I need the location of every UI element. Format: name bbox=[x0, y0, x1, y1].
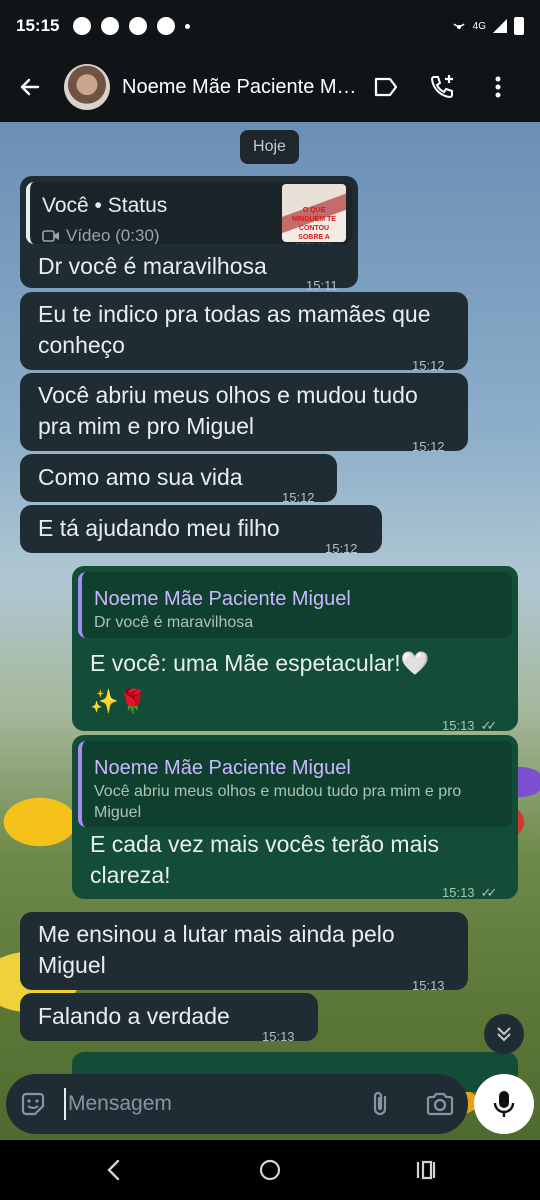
double-chevron-down-icon bbox=[497, 1027, 511, 1042]
label-button[interactable] bbox=[358, 52, 414, 122]
message-bubble[interactable]: Eu te indico pra todas as mamães que con… bbox=[20, 292, 468, 373]
chat-area[interactable]: Hoje Você • Status Vídeo (0:30) O QUE NI… bbox=[0, 122, 540, 1140]
nav-back-icon bbox=[107, 1159, 120, 1181]
message-bubble[interactable]: Você • Status Vídeo (0:30) O QUE NINGUÉM… bbox=[20, 176, 358, 293]
voice-message-button[interactable] bbox=[474, 1074, 534, 1134]
more-notifications-icon bbox=[185, 23, 191, 29]
status-reply-title: Você • Status bbox=[42, 194, 168, 217]
attach-icon[interactable] bbox=[366, 1089, 396, 1119]
status-reply-duration: Vídeo (0:30) bbox=[66, 226, 160, 244]
reply-quote-text: Você abriu meus olhos e mudou tudo pra m… bbox=[94, 783, 462, 821]
message-input[interactable] bbox=[64, 1088, 344, 1120]
status-thumbnail-text: O QUE NINGUÉM TE CONTOU SOBRE A PREGUIÇA bbox=[292, 207, 336, 244]
message-text: Você abriu meus olhos e mudou tudo pra m… bbox=[38, 382, 425, 439]
message-text: Como amo sua vida bbox=[38, 464, 243, 490]
video-icon bbox=[42, 229, 59, 242]
nav-recents-icon bbox=[416, 1160, 436, 1180]
message-bubble[interactable]: Você abriu meus olhos e mudou tudo pra m… bbox=[20, 373, 468, 454]
message-time: 15:13 bbox=[262, 1029, 295, 1044]
message-time: 15:13 bbox=[412, 978, 445, 993]
nav-recents-button[interactable] bbox=[410, 1154, 442, 1186]
chat-icon bbox=[101, 17, 120, 35]
message-text: E você: uma Mãe espetacular!🤍 ✨🌹 bbox=[90, 650, 430, 714]
clock: 15:15 bbox=[16, 16, 60, 35]
battery-icon bbox=[514, 17, 524, 35]
nav-back-button[interactable] bbox=[98, 1154, 130, 1186]
add-call-button[interactable] bbox=[414, 52, 470, 122]
microphone-icon bbox=[493, 1091, 515, 1117]
system-icons: 4G bbox=[451, 17, 524, 35]
message-bubble[interactable]: Como amo sua vida 15:12 bbox=[20, 454, 337, 505]
message-text: Falando a verdade bbox=[38, 1003, 230, 1029]
status-reply-subtitle: Vídeo (0:30) bbox=[42, 220, 160, 244]
more-vert-icon bbox=[495, 76, 501, 98]
status-reply-quote[interactable]: Você • Status Vídeo (0:30) O QUE NINGUÉM… bbox=[26, 182, 352, 244]
message-text: E tá ajudando meu filho bbox=[38, 515, 280, 541]
chrome-icon bbox=[157, 17, 176, 35]
status-bar: 15:15 4G bbox=[0, 0, 540, 52]
message-text: Me ensinou a lutar mais ainda pelo Migue… bbox=[38, 921, 402, 978]
message-bubble[interactable]: Noeme Mãe Paciente Miguel Você abriu meu… bbox=[72, 735, 518, 900]
add-call-icon bbox=[430, 75, 453, 99]
message-text: E cada vez mais vocês terão mais clareza… bbox=[90, 831, 446, 888]
message-bubble[interactable]: Falando a verdade 15:13 bbox=[20, 993, 318, 1044]
camera-icon[interactable] bbox=[424, 1089, 456, 1119]
signal-icon bbox=[493, 19, 507, 33]
date-separator: Hoje bbox=[240, 130, 299, 164]
message-time: 15:12 bbox=[412, 439, 445, 454]
message-bubble[interactable]: Noeme Mãe Paciente Miguel Dr você é mara… bbox=[72, 566, 518, 733]
reply-quote-name: Noeme Mãe Paciente Miguel bbox=[94, 588, 351, 610]
hotspot-icon bbox=[453, 23, 465, 29]
sticker-icon[interactable] bbox=[18, 1089, 48, 1119]
chat-header: Noeme Mãe Paciente Miguel bbox=[0, 52, 540, 122]
scroll-to-bottom-button[interactable] bbox=[484, 1014, 524, 1054]
reply-quote[interactable]: Noeme Mãe Paciente Miguel Você abriu meu… bbox=[78, 741, 512, 827]
status-thumbnail: O QUE NINGUÉM TE CONTOU SOBRE A PREGUIÇA bbox=[282, 184, 346, 244]
nav-home-icon bbox=[259, 1159, 281, 1181]
message-time: 15:13 bbox=[442, 718, 475, 733]
message-time: 15:12 bbox=[325, 541, 358, 556]
reply-quote-text: Dr você é maravilhosa bbox=[94, 614, 254, 631]
reply-quote[interactable]: Noeme Mãe Paciente Miguel Dr você é mara… bbox=[78, 572, 512, 638]
message-time: 15:13 bbox=[442, 885, 475, 900]
nav-home-button[interactable] bbox=[254, 1154, 286, 1186]
whatsapp-icon bbox=[73, 17, 92, 35]
contact-avatar[interactable] bbox=[64, 64, 110, 110]
contact-name[interactable]: Noeme Mãe Paciente Miguel bbox=[122, 76, 358, 99]
message-bubble[interactable]: Me ensinou a lutar mais ainda pelo Migue… bbox=[20, 912, 468, 993]
message-bubble[interactable]: E tá ajudando meu filho 15:12 bbox=[20, 505, 382, 556]
reply-quote-name: Noeme Mãe Paciente Miguel bbox=[94, 757, 351, 779]
network-type: 4G bbox=[472, 20, 486, 32]
back-arrow-icon bbox=[20, 78, 40, 96]
back-button[interactable] bbox=[0, 52, 60, 122]
message-status: 15:13 ✓✓ bbox=[442, 877, 498, 908]
facebook-icon bbox=[129, 17, 148, 35]
notification-icons bbox=[73, 17, 191, 35]
message-text: Eu te indico pra todas as mamães que con… bbox=[38, 301, 437, 358]
message-composer bbox=[6, 1074, 468, 1134]
double-check-icon: ✓✓ bbox=[480, 885, 498, 900]
message-text: Dr você é maravilhosa bbox=[38, 253, 267, 279]
more-options-button[interactable] bbox=[470, 52, 526, 122]
system-nav-bar bbox=[0, 1140, 540, 1200]
label-icon bbox=[374, 77, 398, 97]
